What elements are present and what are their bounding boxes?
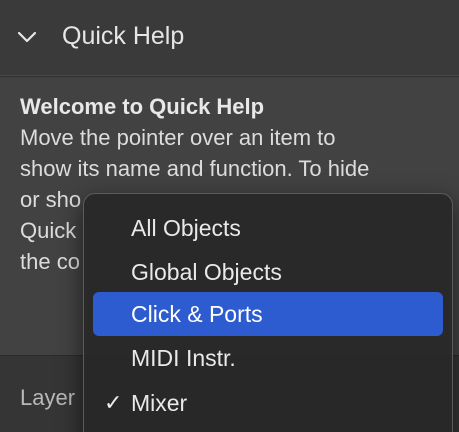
menu-item-mixer[interactable]: ✓ Mixer <box>93 381 443 425</box>
menu-item-label: Mixer <box>131 390 188 416</box>
menu-item-label: MIDI Instr. <box>131 345 236 371</box>
help-line: Move the pointer over an item to <box>20 125 336 150</box>
layer-label: Layer <box>20 385 76 410</box>
help-line: show its name and function. To hide <box>20 156 370 181</box>
checkmark-icon: ✓ <box>104 390 123 415</box>
quick-help-inspector: Quick Help Welcome to Quick Help Move th… <box>0 0 459 432</box>
menu-item-click-ports[interactable]: Click & Ports <box>93 292 443 336</box>
header-title: Quick Help <box>62 22 185 50</box>
menu-item-label: All Objects <box>131 215 241 241</box>
menu-item-label: Click & Ports <box>131 301 263 327</box>
menu-item-label: Global Objects <box>131 259 282 285</box>
help-title: Welcome to Quick Help <box>20 94 265 119</box>
layer-popup-menu: All Objects Global Objects Click & Ports… <box>83 193 453 432</box>
chevron-down-icon[interactable] <box>16 26 38 48</box>
quick-help-header[interactable]: Quick Help <box>0 0 459 76</box>
menu-item-midi-instr[interactable]: MIDI Instr. <box>93 336 443 380</box>
menu-item-all-objects[interactable]: All Objects <box>93 206 443 250</box>
menu-item-global-objects[interactable]: Global Objects <box>93 250 443 294</box>
